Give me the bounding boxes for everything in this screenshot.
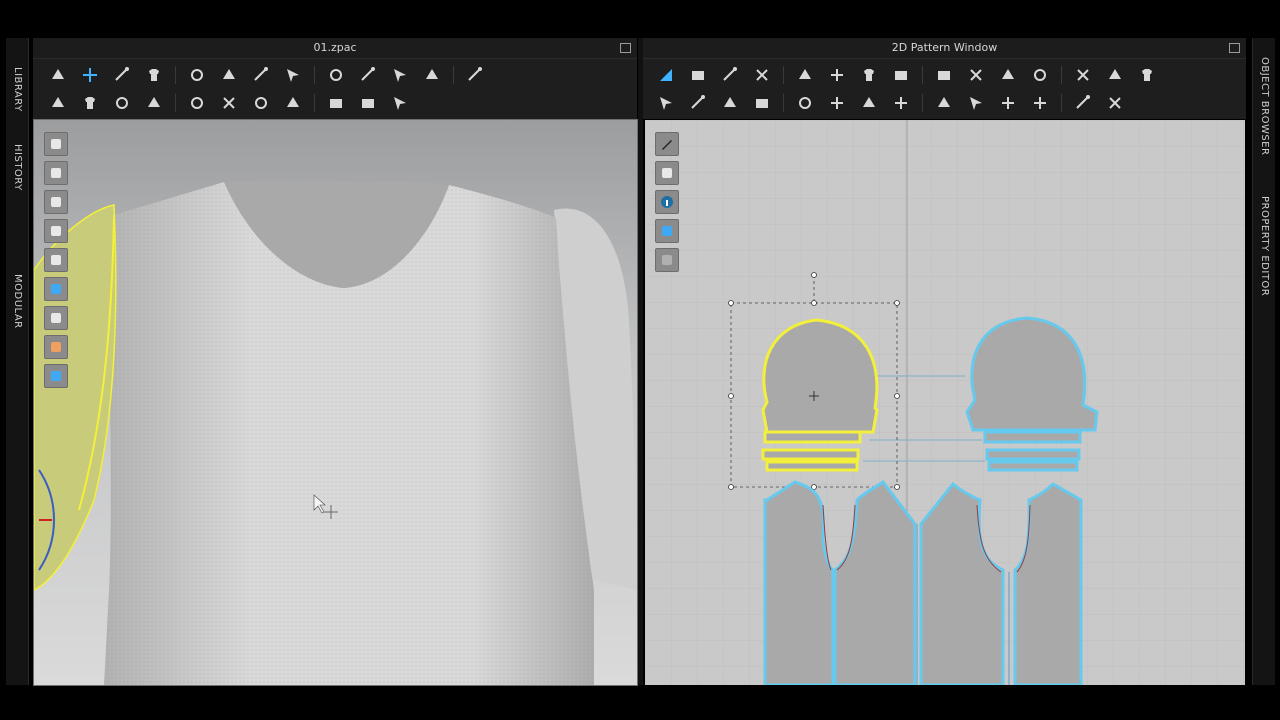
disabled-tool-icon[interactable] (655, 248, 679, 272)
shirt-sew-icon[interactable] (856, 91, 882, 115)
skin-avatar-icon[interactable] (44, 335, 68, 359)
toolbar-separator (175, 66, 176, 84)
pattern-undo-icon[interactable] (653, 91, 679, 115)
shirt-gather-icon[interactable] (888, 91, 914, 115)
window-3d-title: 01.zpac (313, 41, 357, 54)
dart-icon[interactable] (856, 63, 882, 87)
trace-icon[interactable] (931, 63, 957, 87)
toolbar-2d (643, 59, 1246, 119)
shirt-check-icon[interactable] (931, 91, 957, 115)
toolbar-separator (175, 94, 176, 112)
fabric-blue-icon[interactable] (44, 277, 68, 301)
toolbar-separator (922, 66, 923, 84)
grid-icon[interactable] (1134, 63, 1160, 87)
button-icon[interactable] (280, 91, 306, 115)
fold-icon[interactable] (216, 63, 242, 87)
pattern-shirt-icon[interactable] (655, 161, 679, 185)
toolbar-separator (1061, 66, 1062, 84)
pattern-seam-icon[interactable] (685, 91, 711, 115)
cut-pattern-icon[interactable] (216, 91, 242, 115)
rectangle-icon[interactable] (749, 63, 775, 87)
toolbar-separator (453, 66, 454, 84)
avatar-down-icon[interactable] (45, 63, 71, 87)
viewport-3d[interactable] (33, 119, 638, 686)
iron-icon[interactable] (792, 91, 818, 115)
reset-icon[interactable] (248, 63, 274, 87)
pattern-canvas[interactable] (645, 120, 1245, 685)
pattern-reset-icon[interactable] (717, 91, 743, 115)
toolbar-separator (314, 94, 315, 112)
shirt-down-icon[interactable] (824, 91, 850, 115)
tab-property-editor[interactable]: PROPERTY EDITOR (1253, 194, 1275, 298)
avatar-display-icon[interactable] (44, 132, 68, 156)
fabric-cube-icon[interactable] (1102, 91, 1128, 115)
left-side-rail: LIBRARY HISTORY MODULAR CONFIGURATOR (0, 38, 29, 685)
avatar-light-icon[interactable] (44, 248, 68, 272)
seam-tools-icon[interactable] (141, 91, 167, 115)
tshirt-box-icon[interactable] (419, 63, 445, 87)
line-tool-icon[interactable] (963, 91, 989, 115)
seam-cross-icon[interactable] (109, 91, 135, 115)
shirt-edit-icon[interactable] (44, 219, 68, 243)
garment-3d-view[interactable] (34, 120, 637, 685)
toolbar-separator (922, 94, 923, 112)
sleeve-icon[interactable] (248, 91, 274, 115)
zipper-icon[interactable] (387, 91, 413, 115)
undock-icon[interactable] (1229, 43, 1240, 53)
wave-stitch-icon[interactable] (1070, 91, 1096, 115)
tab-modular-configurator[interactable]: MODULAR CONFIGURATOR (0, 230, 28, 372)
tshirt-fold-icon[interactable] (462, 63, 488, 87)
window-2d-titlebar[interactable]: 2D Pattern Window (643, 38, 1246, 59)
add-point-icon[interactable] (717, 63, 743, 87)
toolbar-separator (783, 66, 784, 84)
viewport-2d[interactable] (645, 120, 1245, 685)
tab-library[interactable]: LIBRARY (6, 64, 28, 114)
garment-shirt-icon[interactable] (141, 63, 167, 87)
texture-eraser-icon[interactable] (44, 306, 68, 330)
edit-point-icon[interactable] (685, 63, 711, 87)
pattern-link-icon[interactable] (749, 91, 775, 115)
garment-display-icon[interactable] (44, 161, 68, 185)
seam-select-icon[interactable] (77, 91, 103, 115)
tack-icon[interactable] (355, 63, 381, 87)
pen-icon[interactable] (655, 132, 679, 156)
cut-line-icon[interactable] (888, 63, 914, 87)
info-icon[interactable] (655, 190, 679, 214)
tab-object-browser[interactable]: OBJECT BROWSER (1253, 56, 1275, 156)
toolbar-separator (314, 66, 315, 84)
text-a-icon[interactable] (1070, 63, 1096, 87)
right-side-rail: OBJECT BROWSER PROPERTY EDITOR (1252, 38, 1275, 685)
window-2d-title: 2D Pattern Window (891, 41, 998, 54)
tab-history[interactable]: HISTORY (6, 142, 28, 192)
ruler-icon[interactable] (995, 63, 1021, 87)
transform-pattern-icon[interactable] (653, 63, 679, 87)
measure-icon[interactable] (1027, 63, 1053, 87)
window-splitter[interactable] (638, 38, 643, 685)
undo-arrange-icon[interactable] (184, 63, 210, 87)
polygon-icon[interactable] (792, 63, 818, 87)
shirt-white-icon[interactable] (44, 190, 68, 214)
move-pointer-icon[interactable] (77, 63, 103, 87)
toolbar-separator (1061, 94, 1062, 112)
transform-icon[interactable] (109, 63, 135, 87)
toolbar-separator (783, 94, 784, 112)
window-3d-titlebar[interactable]: 01.zpac (33, 38, 637, 59)
edit-pattern-icon[interactable] (184, 91, 210, 115)
segment-icon[interactable] (963, 63, 989, 87)
free-sew-icon[interactable] (1027, 91, 1053, 115)
dashed-line-icon[interactable] (995, 91, 1021, 115)
pin-line-icon[interactable] (323, 63, 349, 87)
arrange-icon[interactable] (280, 63, 306, 87)
avatar-pose-icon[interactable] (45, 91, 71, 115)
text-a-large-icon[interactable] (1102, 63, 1128, 87)
button-circle-icon[interactable] (323, 91, 349, 115)
toolbar-3d (33, 59, 637, 119)
sewing-icon[interactable] (387, 63, 413, 87)
fabric-cube-blue-icon[interactable] (655, 219, 679, 243)
internal-rectangle-icon[interactable] (824, 63, 850, 87)
undock-icon[interactable] (620, 43, 631, 53)
buttonhole-icon[interactable] (355, 91, 381, 115)
globe-icon[interactable] (44, 364, 68, 388)
